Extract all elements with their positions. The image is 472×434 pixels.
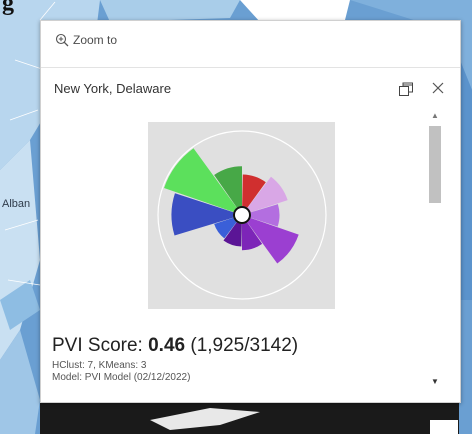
scroll-thumb[interactable] xyxy=(429,126,441,203)
pvi-score: PVI Score: 0.46 (1,925/3142) xyxy=(52,335,298,357)
chart-slices xyxy=(164,148,299,264)
model-info: Model: PVI Model (02/12/2022) xyxy=(52,372,191,383)
pvi-score-label: PVI Score: xyxy=(52,335,149,356)
pvi-score-value: 0.46 xyxy=(148,335,186,356)
cluster-info: HClust: 7, KMeans: 3 xyxy=(52,360,147,371)
feature-popup: Zoom to New York, Delaware PVI Score: 0.… xyxy=(40,20,461,403)
pvi-score-rank: (1,925/3142) xyxy=(185,335,299,356)
zoom-to-button[interactable]: Zoom to xyxy=(55,33,117,47)
zoom-in-icon xyxy=(55,33,69,47)
popup-scrollbar[interactable]: ▲ ▼ xyxy=(429,109,441,389)
dock-icon[interactable] xyxy=(398,81,414,97)
map-glyph: g xyxy=(2,0,14,16)
map-region-g xyxy=(460,60,472,300)
pvi-radial-chart xyxy=(157,130,327,300)
map-dark-strip xyxy=(40,401,459,434)
chart-center-dot xyxy=(233,206,251,224)
scroll-down-arrow-icon[interactable]: ▼ xyxy=(429,375,441,387)
map-corner-box xyxy=(430,420,458,434)
close-icon[interactable] xyxy=(429,79,447,97)
popup-title: New York, Delaware xyxy=(54,81,172,96)
pvi-chart-container xyxy=(148,122,335,309)
map-label-albany: Alban xyxy=(2,198,31,210)
popup-action-bar: Zoom to xyxy=(41,21,460,68)
scroll-up-arrow-icon[interactable]: ▲ xyxy=(429,109,441,121)
zoom-to-label: Zoom to xyxy=(73,33,118,47)
